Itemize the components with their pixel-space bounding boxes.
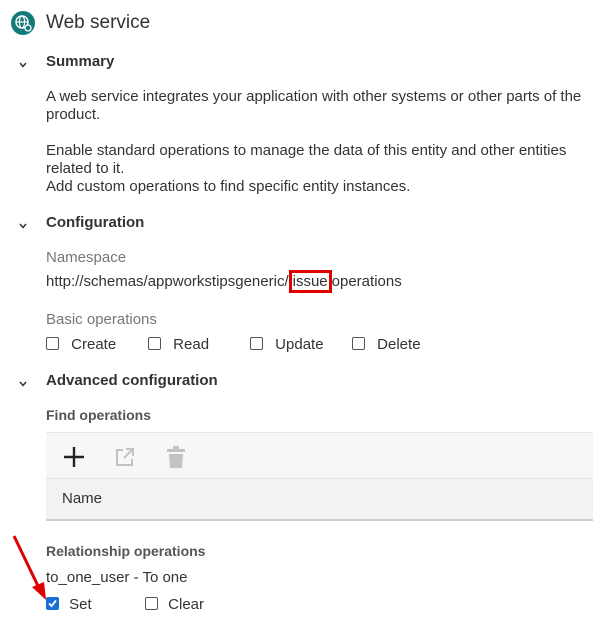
find-operations-toolbar [46, 432, 593, 479]
chevron-down-icon[interactable] [17, 377, 29, 389]
summary-line: product. [46, 106, 101, 123]
open-external-icon[interactable] [114, 446, 136, 472]
add-icon[interactable] [62, 445, 86, 473]
configuration-heading[interactable]: Configuration [46, 214, 144, 231]
find-operations-label: Find operations [46, 407, 151, 423]
advanced-configuration-heading[interactable]: Advanced configuration [46, 372, 218, 389]
delete-icon[interactable] [166, 445, 186, 473]
relationship-operations-label: Relationship operations [46, 543, 206, 559]
namespace-value[interactable]: http://schemas/appworkstipsgeneric/issue… [46, 270, 402, 293]
update-label: Update [275, 336, 324, 353]
delete-label: Delete [377, 336, 421, 353]
update-option[interactable]: Update [250, 336, 324, 353]
namespace-label: Namespace [46, 249, 127, 266]
set-label: Set [69, 596, 92, 613]
summary-line: Enable standard operations to manage the… [46, 142, 567, 159]
relationship-name: to_one_user - To one [46, 569, 188, 586]
clear-option[interactable]: Clear [145, 596, 204, 613]
chevron-down-icon[interactable] [17, 58, 29, 70]
read-checkbox[interactable] [148, 337, 161, 350]
read-option[interactable]: Read [148, 336, 209, 353]
create-checkbox[interactable] [46, 337, 59, 350]
namespace-suffix: operations [331, 273, 402, 290]
create-label: Create [71, 336, 117, 353]
summary-line: Add custom operations to find specific e… [46, 178, 411, 195]
delete-option[interactable]: Delete [352, 336, 421, 353]
summary-heading[interactable]: Summary [46, 53, 114, 70]
find-operations-table-header: Name [46, 478, 593, 521]
summary-line: A web service integrates your applicatio… [46, 88, 582, 105]
delete-checkbox[interactable] [352, 337, 365, 350]
read-label: Read [173, 336, 210, 353]
namespace-highlight: issue [288, 270, 332, 293]
page-title: Web service [46, 12, 151, 33]
chevron-down-icon[interactable] [17, 219, 29, 231]
namespace-prefix: http://schemas/appworkstipsgeneric/ [46, 273, 289, 290]
name-column-header[interactable]: Name [62, 490, 102, 507]
red-arrow-annotation [12, 535, 46, 600]
summary-line: related to it. [46, 160, 125, 177]
clear-label: Clear [168, 596, 205, 613]
clear-checkbox[interactable] [145, 597, 158, 610]
create-option[interactable]: Create [46, 336, 116, 353]
basic-operations-label: Basic operations [46, 311, 157, 328]
web-service-globe-icon [11, 11, 35, 35]
update-checkbox[interactable] [250, 337, 263, 350]
